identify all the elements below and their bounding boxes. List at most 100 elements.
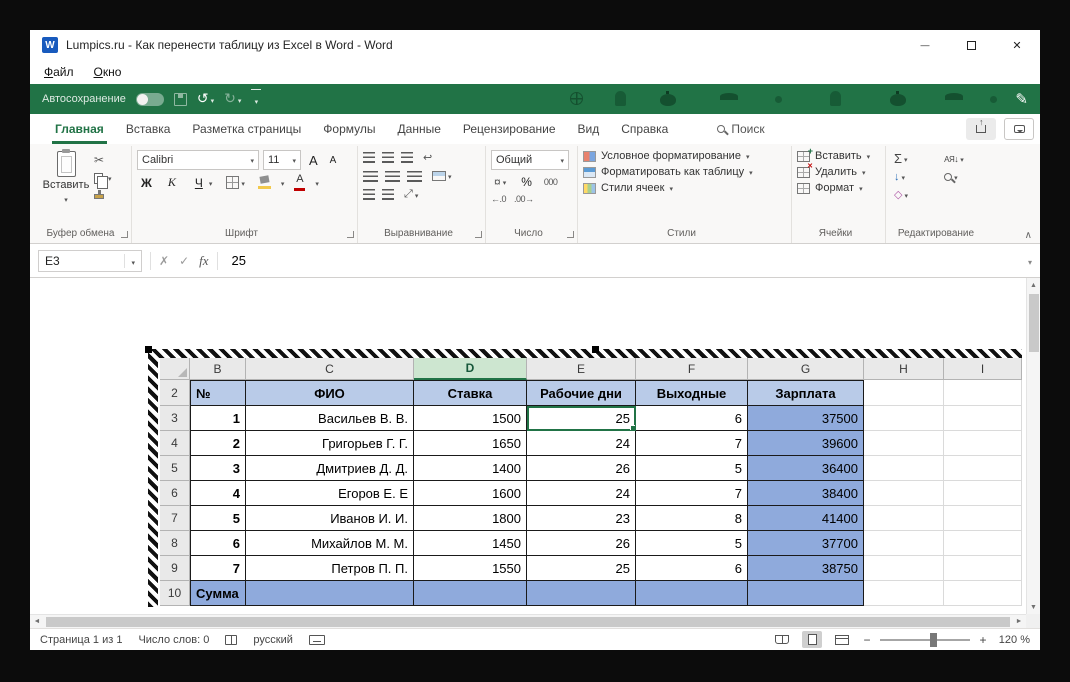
column-header-c[interactable]: C <box>246 358 414 380</box>
grow-font-button[interactable]: А <box>305 153 322 168</box>
dialog-launcher-font[interactable] <box>347 231 354 238</box>
scroll-down-arrow[interactable]: ▼ <box>1027 600 1041 614</box>
zoom-slider-knob[interactable] <box>930 633 937 647</box>
clear-button[interactable] <box>891 187 931 202</box>
sheet-cell[interactable]: 5 <box>636 531 748 556</box>
comma-style-button[interactable]: 000 <box>544 177 558 187</box>
resize-handle-topleft[interactable] <box>145 346 152 353</box>
shrink-font-button[interactable]: А <box>326 155 341 166</box>
sheet-cell[interactable]: 1550 <box>414 556 527 581</box>
select-all-corner[interactable] <box>160 358 190 380</box>
sheet-cell[interactable] <box>864 531 944 556</box>
font-name-combo[interactable]: Calibri <box>137 150 259 170</box>
sort-filter-button[interactable]: АЯ <box>941 150 987 167</box>
sheet-cell[interactable] <box>944 481 1022 506</box>
formula-input[interactable]: 25 <box>226 250 1020 272</box>
sheet-cell[interactable]: 1650 <box>414 431 527 456</box>
row-header[interactable]: 4 <box>160 431 190 456</box>
menu-window[interactable]: Окно <box>94 65 122 79</box>
sheet-cell[interactable]: 41400 <box>748 506 864 531</box>
minimize-button[interactable] <box>902 30 948 60</box>
align-bottom-icon[interactable] <box>401 152 413 163</box>
tab-review[interactable]: Рецензирование <box>452 114 567 144</box>
fill-color-button[interactable] <box>256 176 273 189</box>
sheet-cell[interactable]: Егоров Е. Е <box>246 481 414 506</box>
sheet-cell[interactable]: 1 <box>190 406 246 431</box>
align-right-icon[interactable] <box>407 171 422 182</box>
percent-style-button[interactable]: % <box>517 175 536 189</box>
sheet-cell[interactable] <box>944 556 1022 581</box>
wrap-text-button[interactable] <box>420 150 435 165</box>
sheet-cell[interactable]: 1400 <box>414 456 527 481</box>
sheet-cell[interactable] <box>944 406 1022 431</box>
sheet-cell[interactable]: 4 <box>190 481 246 506</box>
sheet-cell[interactable]: Иванов И. И. <box>246 506 414 531</box>
format-painter-button[interactable] <box>91 188 115 200</box>
comments-button[interactable] <box>1004 118 1034 140</box>
column-header-g[interactable]: G <box>748 358 864 380</box>
web-layout-button[interactable] <box>832 631 852 648</box>
tab-home[interactable]: Главная <box>44 114 115 144</box>
insert-function-button[interactable]: fx <box>199 253 208 269</box>
sheet-cell[interactable]: 5 <box>190 506 246 531</box>
sheet-cell[interactable]: 23 <box>527 506 636 531</box>
sheet-cell[interactable]: Васильев В. В. <box>246 406 414 431</box>
sheet-cell[interactable]: 26 <box>527 456 636 481</box>
save-icon[interactable] <box>174 93 187 106</box>
selected-cell-e3[interactable]: 25 <box>527 406 636 431</box>
cancel-entry-button[interactable]: ✗ <box>159 254 169 268</box>
tab-help[interactable]: Справка <box>610 114 679 144</box>
sheet-cell[interactable] <box>527 581 636 606</box>
sheet-cell[interactable] <box>944 380 1022 406</box>
sheet-cell[interactable]: 36400 <box>748 456 864 481</box>
read-mode-button[interactable] <box>772 631 792 648</box>
sheet-cell[interactable]: 39600 <box>748 431 864 456</box>
sheet-cell[interactable] <box>864 431 944 456</box>
redo-button[interactable] <box>224 90 241 108</box>
sheet-cell[interactable]: 7 <box>636 431 748 456</box>
font-size-combo[interactable]: 11 <box>263 150 301 170</box>
dialog-launcher-alignment[interactable] <box>475 231 482 238</box>
sheet-cell[interactable]: 1800 <box>414 506 527 531</box>
row-header[interactable]: 10 <box>160 581 190 606</box>
borders-button[interactable] <box>223 175 248 190</box>
word-count[interactable]: Число слов: 0 <box>138 634 209 646</box>
sheet-cell[interactable]: 24 <box>527 431 636 456</box>
close-button[interactable] <box>994 30 1040 60</box>
sheet-cell[interactable] <box>944 531 1022 556</box>
sheet-cell[interactable] <box>748 581 864 606</box>
font-color-button[interactable]: А <box>292 174 307 191</box>
cell-styles-button[interactable]: Стили ячеек <box>583 182 786 194</box>
sheet-cell[interactable]: 24 <box>527 481 636 506</box>
column-header-f[interactable]: F <box>636 358 748 380</box>
sheet-cell[interactable]: Григорьев Г. Г. <box>246 431 414 456</box>
search-box[interactable]: Поиск <box>717 114 764 144</box>
page-info[interactable]: Страница 1 из 1 <box>40 634 122 646</box>
cut-button[interactable] <box>91 152 115 168</box>
sheet-cell[interactable]: Зарплата <box>748 380 864 406</box>
orientation-button[interactable] <box>401 187 421 202</box>
sheet-cell[interactable] <box>414 581 527 606</box>
sheet-cell[interactable] <box>864 456 944 481</box>
zoom-level[interactable]: 120 % <box>996 634 1030 646</box>
sheet-cell[interactable] <box>636 581 748 606</box>
keyboard-icon[interactable] <box>309 635 325 645</box>
sheet-cell[interactable]: 38750 <box>748 556 864 581</box>
resize-handle-topcenter[interactable] <box>592 346 599 353</box>
autosum-button[interactable]: Σ <box>891 150 931 167</box>
confirm-entry-button[interactable]: ✓ <box>179 254 189 268</box>
column-header-i[interactable]: I <box>944 358 1022 380</box>
fill-button[interactable] <box>891 170 931 184</box>
copy-button[interactable] <box>91 171 115 185</box>
sheet-cell[interactable]: 7 <box>190 556 246 581</box>
decrease-decimal-button[interactable]: .00→ <box>514 194 534 204</box>
paste-button[interactable]: Вставить <box>41 148 91 205</box>
share-button[interactable] <box>966 118 996 140</box>
zoom-slider[interactable] <box>880 639 970 641</box>
scroll-right-arrow[interactable]: ► <box>1012 615 1026 629</box>
sheet-cell[interactable] <box>944 581 1022 606</box>
decrease-indent-icon[interactable] <box>363 189 375 200</box>
align-center-icon[interactable] <box>385 171 400 182</box>
column-header-b[interactable]: B <box>190 358 246 380</box>
row-header[interactable]: 6 <box>160 481 190 506</box>
